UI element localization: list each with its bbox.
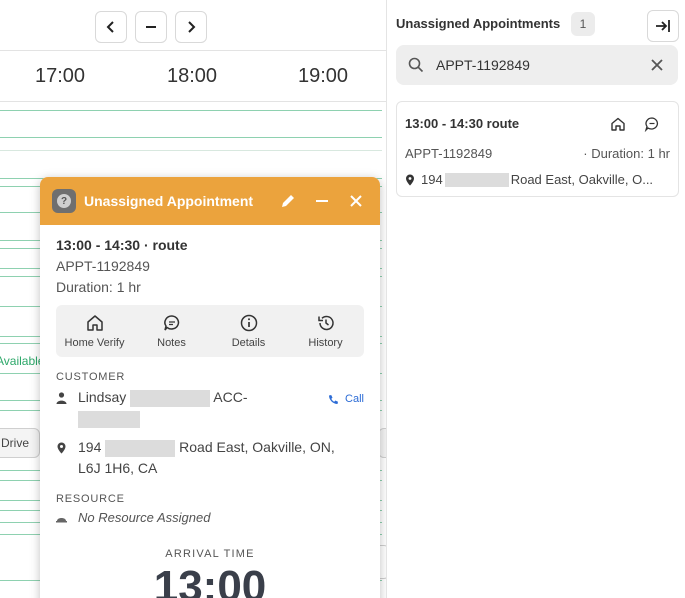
close-icon <box>350 195 362 207</box>
appointment-title: 13:00 - 14:30 · route <box>56 237 188 253</box>
chevron-left-icon <box>106 21 114 33</box>
card-duration: · Duration: 1 hr <box>583 146 670 161</box>
location-pin-icon <box>406 174 414 185</box>
popup-header: ? Unassigned Appointment <box>40 177 380 225</box>
redacted-text <box>78 410 140 428</box>
history-button[interactable]: History <box>287 305 364 357</box>
action-label: Notes <box>157 337 186 349</box>
home-verify-button[interactable]: Home Verify <box>56 305 133 357</box>
action-label: History <box>308 337 343 349</box>
appointment-duration: Duration: 1 hr <box>56 279 141 295</box>
card-address: 194 Road East, Oakville, O... <box>405 172 653 187</box>
chat-icon <box>163 315 179 331</box>
chevron-right-icon <box>188 21 196 33</box>
history-icon <box>317 315 334 331</box>
panel-title: Unassigned Appointments <box>396 16 561 31</box>
time-header: 17:00 18:00 19:00 <box>0 50 386 102</box>
phone-icon <box>329 395 339 404</box>
customer-address: 194 Road East, Oakville, ON, L6J 1H6, CA <box>78 439 335 476</box>
customer-name: Lindsay ACC- <box>78 387 328 429</box>
schedule-line <box>0 137 382 138</box>
resource-section-label: RESOURCE <box>56 493 125 505</box>
person-icon <box>56 387 78 410</box>
call-link[interactable]: Call <box>328 387 364 410</box>
time-label: 17:00 <box>35 65 86 87</box>
edit-button[interactable] <box>276 189 300 213</box>
unassigned-appointment-popup: ? Unassigned Appointment 13:00 - 14:30 ·… <box>40 177 380 598</box>
clear-search-button[interactable] <box>648 56 666 74</box>
search-box <box>396 45 678 85</box>
minimize-button[interactable] <box>310 189 334 213</box>
customer-address-row: 194 Road East, Oakville, ON, L6J 1H6, CA <box>56 437 364 479</box>
count-badge: 1 <box>571 12 595 36</box>
collapse-panel-button[interactable] <box>647 10 679 42</box>
action-bar: Home Verify Notes Details History <box>56 305 364 357</box>
drive-event-chip[interactable]: Drive <box>0 428 40 458</box>
customer-section-label: CUSTOMER <box>56 371 126 383</box>
notes-button[interactable]: Notes <box>133 305 210 357</box>
close-icon <box>651 59 663 71</box>
home-icon <box>86 315 103 331</box>
schedule-line <box>0 110 382 111</box>
appointment-id: APPT-1192849 <box>56 258 150 274</box>
search-icon <box>408 57 424 73</box>
today-button[interactable] <box>135 11 167 43</box>
card-appointment-id: APPT-1192849 <box>405 146 493 161</box>
time-label: 18:00 <box>167 65 218 87</box>
action-label: Home Verify <box>64 337 125 349</box>
details-button[interactable]: Details <box>210 305 287 357</box>
resource-row: No Resource Assigned <box>56 507 364 530</box>
redacted-text <box>105 439 176 457</box>
chat-icon[interactable] <box>644 116 660 132</box>
popup-body: 13:00 - 14:30 · route APPT-1192849 Durat… <box>40 225 380 598</box>
prev-day-button[interactable] <box>95 11 127 43</box>
home-icon[interactable] <box>610 116 626 132</box>
arrival-time-value: 13:00 <box>153 562 267 598</box>
next-day-button[interactable] <box>175 11 207 43</box>
search-input[interactable] <box>436 57 648 73</box>
redacted-text <box>444 172 509 187</box>
appointment-card[interactable]: 13:00 - 14:30 route APPT-1192849 · Durat… <box>396 101 679 197</box>
available-label: Available <box>0 354 45 368</box>
pencil-icon <box>282 195 294 207</box>
customer-name-row: Lindsay ACC- Call <box>56 387 364 429</box>
time-label: 19:00 <box>298 65 349 87</box>
info-icon <box>240 314 257 332</box>
minus-icon <box>146 26 156 28</box>
row-divider <box>0 150 382 151</box>
close-button[interactable] <box>344 189 368 213</box>
location-pin-icon <box>56 437 78 460</box>
hard-hat-icon <box>56 507 78 530</box>
minus-icon <box>316 200 328 202</box>
redacted-text <box>130 389 211 407</box>
collapse-right-icon <box>656 20 670 32</box>
question-icon: ? <box>57 194 71 208</box>
arrival-time-label: ARRIVAL TIME <box>165 548 255 560</box>
popup-title: Unassigned Appointment <box>84 193 254 209</box>
card-title: 13:00 - 14:30 route <box>405 116 520 131</box>
resource-value: No Resource Assigned <box>78 510 211 525</box>
unassigned-appointments-panel: Unassigned Appointments 1 13:00 - 14:30 … <box>386 0 685 598</box>
help-badge: ? <box>52 189 76 213</box>
action-label: Details <box>231 337 266 349</box>
